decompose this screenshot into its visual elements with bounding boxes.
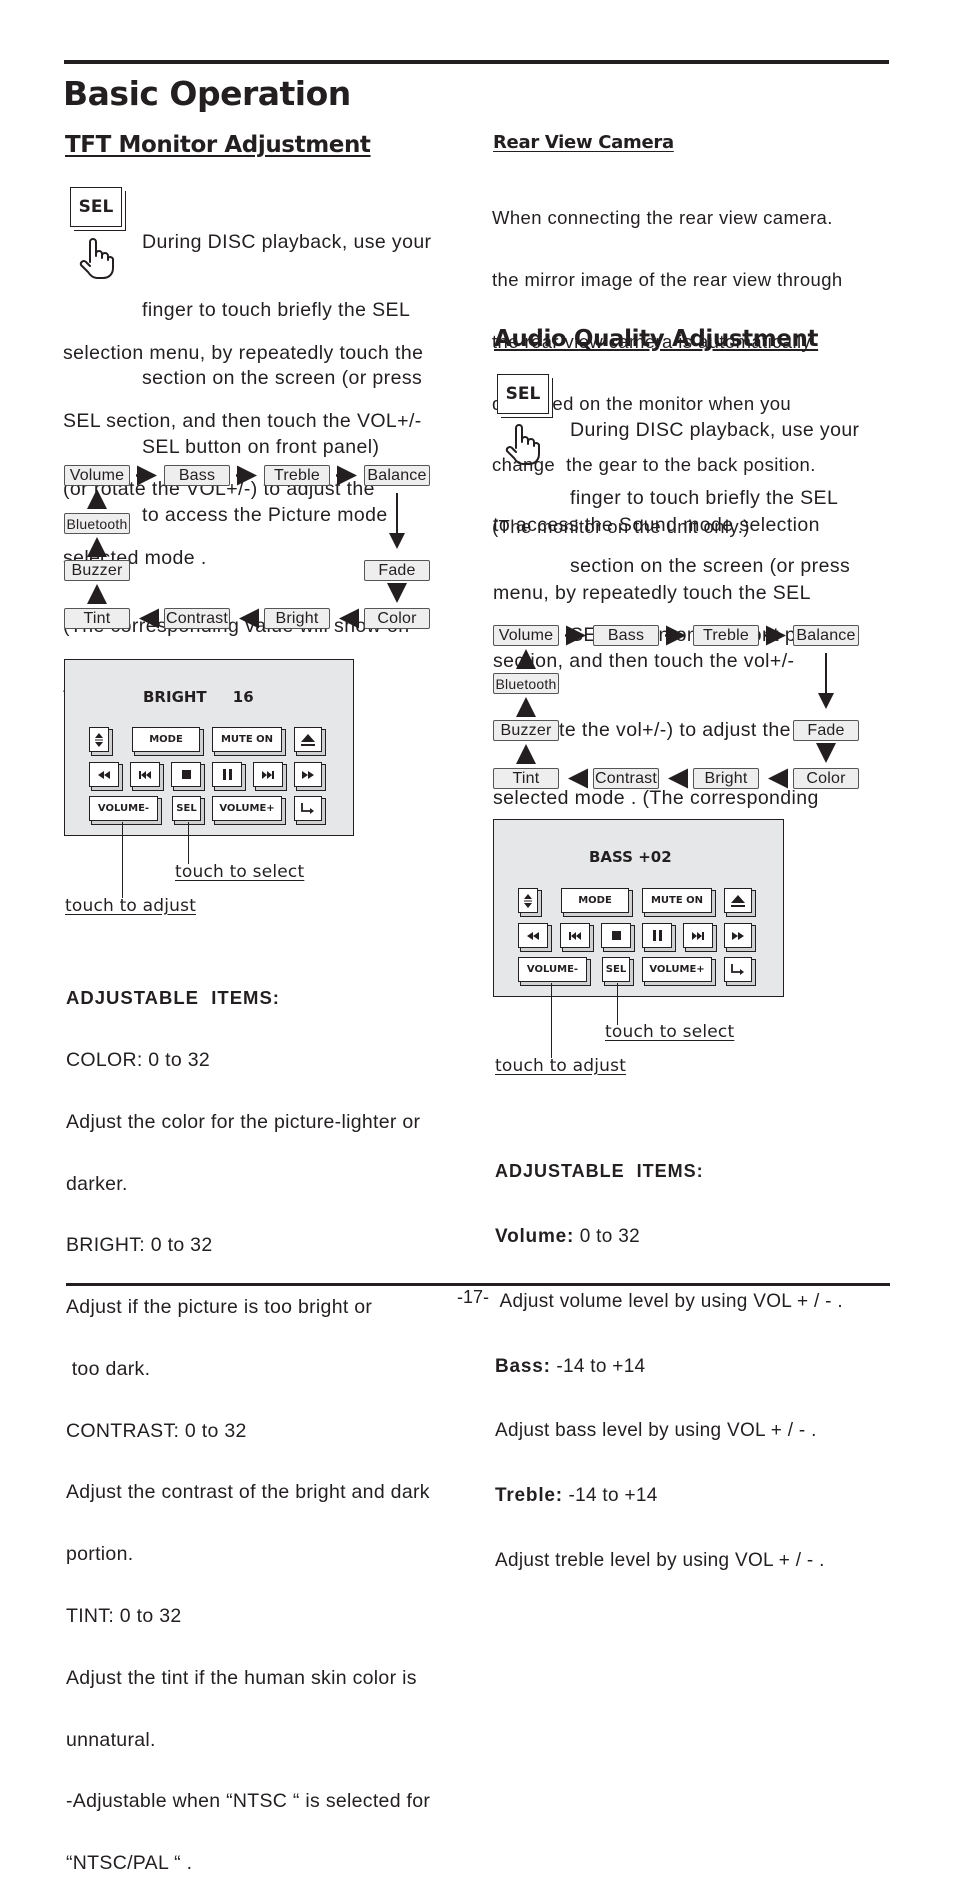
previous-track-button[interactable] bbox=[130, 762, 160, 787]
rewind-button[interactable] bbox=[518, 923, 548, 948]
next-track-button[interactable] bbox=[253, 762, 283, 787]
pointing-hand-icon bbox=[79, 238, 114, 279]
up-down-icon bbox=[524, 893, 532, 908]
previous-track-button[interactable] bbox=[560, 923, 590, 948]
tft-touch-panel: BRIGHT 16 MODE MUTE ON VOLUME- SEL VOLUM… bbox=[64, 659, 354, 836]
eject-icon bbox=[731, 894, 745, 907]
volume-down-button[interactable]: VOLUME- bbox=[89, 796, 158, 821]
return-arrow-icon bbox=[301, 803, 314, 814]
items-heading: ADJUSTABLE ITEMS: bbox=[495, 1161, 704, 1182]
eject-icon bbox=[301, 733, 315, 746]
mute-on-button[interactable]: MUTE ON bbox=[212, 727, 282, 752]
mute-on-button[interactable]: MUTE ON bbox=[642, 888, 712, 913]
stop-button[interactable] bbox=[171, 762, 201, 787]
sel-key-label: SEL bbox=[78, 197, 114, 217]
up-down-icon bbox=[95, 732, 103, 747]
sel-button[interactable]: SEL bbox=[602, 957, 630, 982]
fast-forward-icon bbox=[302, 770, 314, 779]
mode-button[interactable]: MODE bbox=[561, 888, 629, 913]
caption-touch-to-select: touch to select bbox=[605, 1022, 735, 1042]
adjust-leader-line bbox=[122, 822, 123, 898]
page-number: -17- bbox=[457, 1287, 490, 1307]
enter-button[interactable] bbox=[724, 957, 752, 982]
enter-button[interactable] bbox=[294, 796, 322, 821]
top-rule bbox=[64, 60, 889, 64]
sel-key-icon: SEL bbox=[70, 187, 122, 227]
caption-touch-to-select: touch to select bbox=[175, 862, 305, 882]
pause-icon bbox=[652, 930, 662, 941]
volume-down-button[interactable]: VOLUME- bbox=[518, 957, 587, 982]
pause-icon bbox=[222, 769, 232, 780]
volume-up-button[interactable]: VOLUME+ bbox=[212, 796, 282, 821]
rear-camera-title: Rear View Camera bbox=[493, 132, 674, 153]
tft-section-title: TFT Monitor Adjustment bbox=[65, 132, 371, 158]
rewind-button[interactable] bbox=[89, 762, 119, 787]
sel-key-label: SEL bbox=[505, 384, 541, 404]
sel-button[interactable]: SEL bbox=[172, 796, 201, 821]
rewind-icon bbox=[98, 770, 110, 779]
sel-key-icon: SEL bbox=[497, 374, 549, 414]
pointing-hand-icon bbox=[505, 424, 540, 465]
pause-button[interactable] bbox=[212, 762, 242, 787]
up-down-button[interactable] bbox=[518, 888, 538, 913]
tft-adjustable-items: ADJUSTABLE ITEMS: COLOR: 0 to 32 Adjust … bbox=[66, 987, 431, 1875]
audio-flow-chart: Volume Bass Treble Balance Bluetooth Buz… bbox=[493, 625, 863, 795]
panel-readout: BASS +02 bbox=[589, 848, 672, 866]
next-track-button[interactable] bbox=[683, 923, 713, 948]
up-down-button[interactable] bbox=[89, 727, 109, 752]
select-leader-line bbox=[617, 983, 618, 1025]
previous-track-icon bbox=[139, 770, 151, 779]
items-heading: ADJUSTABLE ITEMS: bbox=[66, 987, 280, 1009]
flow-arrows bbox=[87, 465, 407, 629]
adjust-leader-line bbox=[551, 983, 552, 1058]
stop-button[interactable] bbox=[601, 923, 631, 948]
fast-forward-button[interactable] bbox=[294, 762, 322, 787]
return-arrow-icon bbox=[731, 964, 744, 975]
caption-touch-to-adjust: touch to adjust bbox=[495, 1056, 627, 1076]
page-title: Basic Operation bbox=[63, 74, 351, 113]
mode-button[interactable]: MODE bbox=[132, 727, 200, 752]
eject-button[interactable] bbox=[294, 727, 322, 752]
next-track-icon bbox=[692, 931, 704, 940]
select-leader-line bbox=[188, 822, 189, 864]
stop-icon bbox=[181, 770, 191, 779]
fast-forward-button[interactable] bbox=[724, 923, 752, 948]
previous-track-icon bbox=[569, 931, 581, 940]
panel-readout: BRIGHT 16 bbox=[143, 688, 254, 706]
audio-section-title: Audio Quality Adjustment bbox=[494, 326, 819, 352]
rewind-icon bbox=[527, 931, 539, 940]
stop-icon bbox=[611, 931, 621, 940]
audio-adjustable-items: ADJUSTABLE ITEMS: Volume: 0 to 32 Adjust… bbox=[495, 1161, 843, 1571]
next-track-icon bbox=[262, 770, 274, 779]
fast-forward-icon bbox=[732, 931, 744, 940]
audio-touch-panel: BASS +02 MODE MUTE ON VOLUME- SEL VOLUME… bbox=[493, 819, 784, 997]
pause-button[interactable] bbox=[642, 923, 672, 948]
eject-button[interactable] bbox=[724, 888, 752, 913]
flow-arrows bbox=[516, 625, 836, 789]
volume-up-button[interactable]: VOLUME+ bbox=[642, 957, 712, 982]
tft-flow-chart: Volume Bass Treble Balance Bluetooth Buz… bbox=[64, 465, 434, 635]
caption-touch-to-adjust: touch to adjust bbox=[65, 896, 197, 916]
bottom-rule bbox=[66, 1283, 890, 1286]
